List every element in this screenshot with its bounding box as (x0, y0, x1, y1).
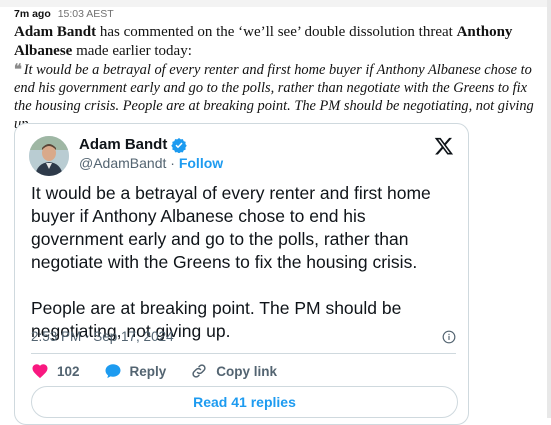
like-action[interactable]: 102 (31, 362, 80, 380)
info-icon[interactable] (442, 330, 456, 344)
link-icon (192, 364, 206, 378)
post-time: 15:03 AEST (57, 8, 114, 20)
tweet-text: It would be a betrayal of every renter a… (31, 183, 431, 341)
tweet-actions: 102 Reply Copy link (31, 362, 301, 380)
author-name[interactable]: Adam Bandt (79, 136, 167, 153)
avatar[interactable] (29, 136, 69, 176)
verified-badge-icon (171, 137, 188, 153)
author-row: Adam Bandt (79, 136, 188, 153)
heart-icon (32, 364, 48, 379)
embedded-tweet[interactable]: Adam Bandt @AdamBandt · Follow It would … (14, 123, 469, 425)
lead-tail: made earlier today: (72, 43, 192, 59)
follow-button[interactable]: Follow (179, 155, 223, 171)
time-ago: 7m ago (14, 8, 51, 20)
divider (31, 353, 456, 354)
lead-paragraph: Adam Bandt has commented on the ‘we’ll s… (14, 23, 534, 61)
author-handle[interactable]: @AdamBandt (79, 155, 166, 171)
scrollbar[interactable] (547, 0, 551, 418)
lead-name: Adam Bandt (14, 24, 97, 40)
x-logo-icon[interactable] (434, 136, 454, 156)
read-replies-button[interactable]: Read 41 replies (31, 386, 458, 418)
copy-link-action[interactable]: Copy link (190, 362, 277, 380)
timestamp-row: 2:53 PM · Sep 17, 2024 (31, 329, 456, 344)
quote-text: It would be a betrayal of every renter a… (14, 62, 534, 132)
handle-row: @AdamBandt · Follow (79, 155, 223, 171)
post-meta: 7m ago 15:03 AEST (14, 8, 114, 20)
quote-mark-icon: ❝ (14, 62, 22, 78)
like-count: 102 (57, 363, 80, 379)
handle-separator: · (166, 155, 179, 171)
lead-text: has commented on the ‘we’ll see’ double … (96, 24, 457, 40)
reply-bubble-icon (105, 364, 121, 379)
reply-label: Reply (129, 363, 167, 379)
top-bar (0, 0, 551, 7)
copy-link-label: Copy link (216, 363, 278, 379)
reply-action[interactable]: Reply (104, 362, 167, 380)
tweet-timestamp[interactable]: 2:53 PM · Sep 17, 2024 (31, 329, 174, 344)
